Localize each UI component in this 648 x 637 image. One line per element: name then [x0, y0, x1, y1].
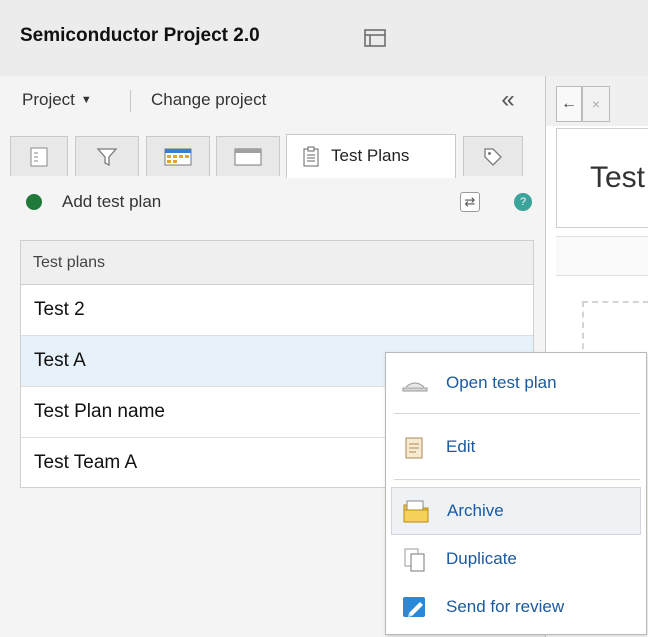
right-panel-subbar	[556, 236, 648, 276]
open-tray-icon	[402, 382, 428, 392]
divider	[130, 90, 131, 112]
close-icon[interactable]: ×	[582, 86, 610, 122]
tab-list-view[interactable]	[10, 136, 68, 176]
tab-test-plans[interactable]: Test Plans	[286, 134, 456, 178]
right-panel-tabstrip: ← ×	[546, 76, 648, 126]
menu-item-open-test-plan[interactable]: Open test plan	[386, 359, 646, 407]
list-item[interactable]: Test 2	[21, 285, 533, 336]
menu-item-edit[interactable]: Edit	[386, 423, 646, 471]
tab-filter[interactable]	[75, 136, 139, 176]
refresh-icon[interactable]: ⇄	[460, 192, 480, 212]
filter-icon	[96, 147, 118, 166]
tab-tags[interactable]	[463, 136, 523, 176]
tab-window[interactable]	[216, 136, 280, 176]
project-menu[interactable]: Project ▼	[22, 90, 92, 110]
menu-item-label: Send for review	[446, 597, 565, 616]
duplicate-icon	[404, 548, 425, 572]
menu-item-duplicate[interactable]: Duplicate	[386, 535, 646, 583]
back-arrow-icon[interactable]: ←	[556, 86, 582, 122]
tab-test-plans-label: Test Plans	[331, 146, 410, 165]
caret-down-icon: ▼	[80, 94, 92, 106]
project-bar: Project ▼ Change project «	[0, 76, 545, 126]
context-menu: Open test plan Edit Archive Duplicate Se…	[385, 352, 647, 635]
menu-item-label: Edit	[446, 437, 476, 456]
menu-item-label: Archive	[447, 501, 504, 520]
window-icon	[234, 148, 262, 165]
add-icon[interactable]	[26, 194, 42, 210]
calendar-grid-icon	[164, 148, 192, 165]
add-test-plan-button[interactable]: Add test plan	[62, 192, 161, 212]
menu-item-label: Open test plan	[446, 373, 557, 392]
tag-icon	[484, 147, 502, 166]
app-title: Semiconductor Project 2.0	[20, 25, 260, 46]
title-bar: Semiconductor Project 2.0	[0, 0, 648, 76]
send-review-icon	[403, 597, 425, 617]
tab-calendar-grid[interactable]	[146, 136, 210, 176]
menu-item-send-for-review[interactable]: Send for review	[386, 583, 646, 631]
clipboard-icon	[303, 146, 319, 166]
list-header: Test plans	[21, 241, 533, 285]
collapse-panel-icon[interactable]: «	[494, 86, 522, 114]
menu-divider	[394, 413, 640, 414]
list-view-icon	[30, 147, 48, 166]
archive-folder-icon	[403, 500, 429, 523]
menu-divider	[394, 479, 640, 480]
menu-item-label: Duplicate	[446, 549, 517, 568]
help-icon[interactable]: ?	[514, 193, 532, 211]
edit-note-icon	[405, 437, 423, 459]
window-layout-icon[interactable]	[364, 28, 386, 48]
right-panel-title: Test	[590, 161, 646, 194]
project-menu-label: Project	[22, 90, 75, 109]
change-project-link[interactable]: Change project	[151, 90, 266, 110]
menu-item-archive[interactable]: Archive	[391, 487, 641, 535]
